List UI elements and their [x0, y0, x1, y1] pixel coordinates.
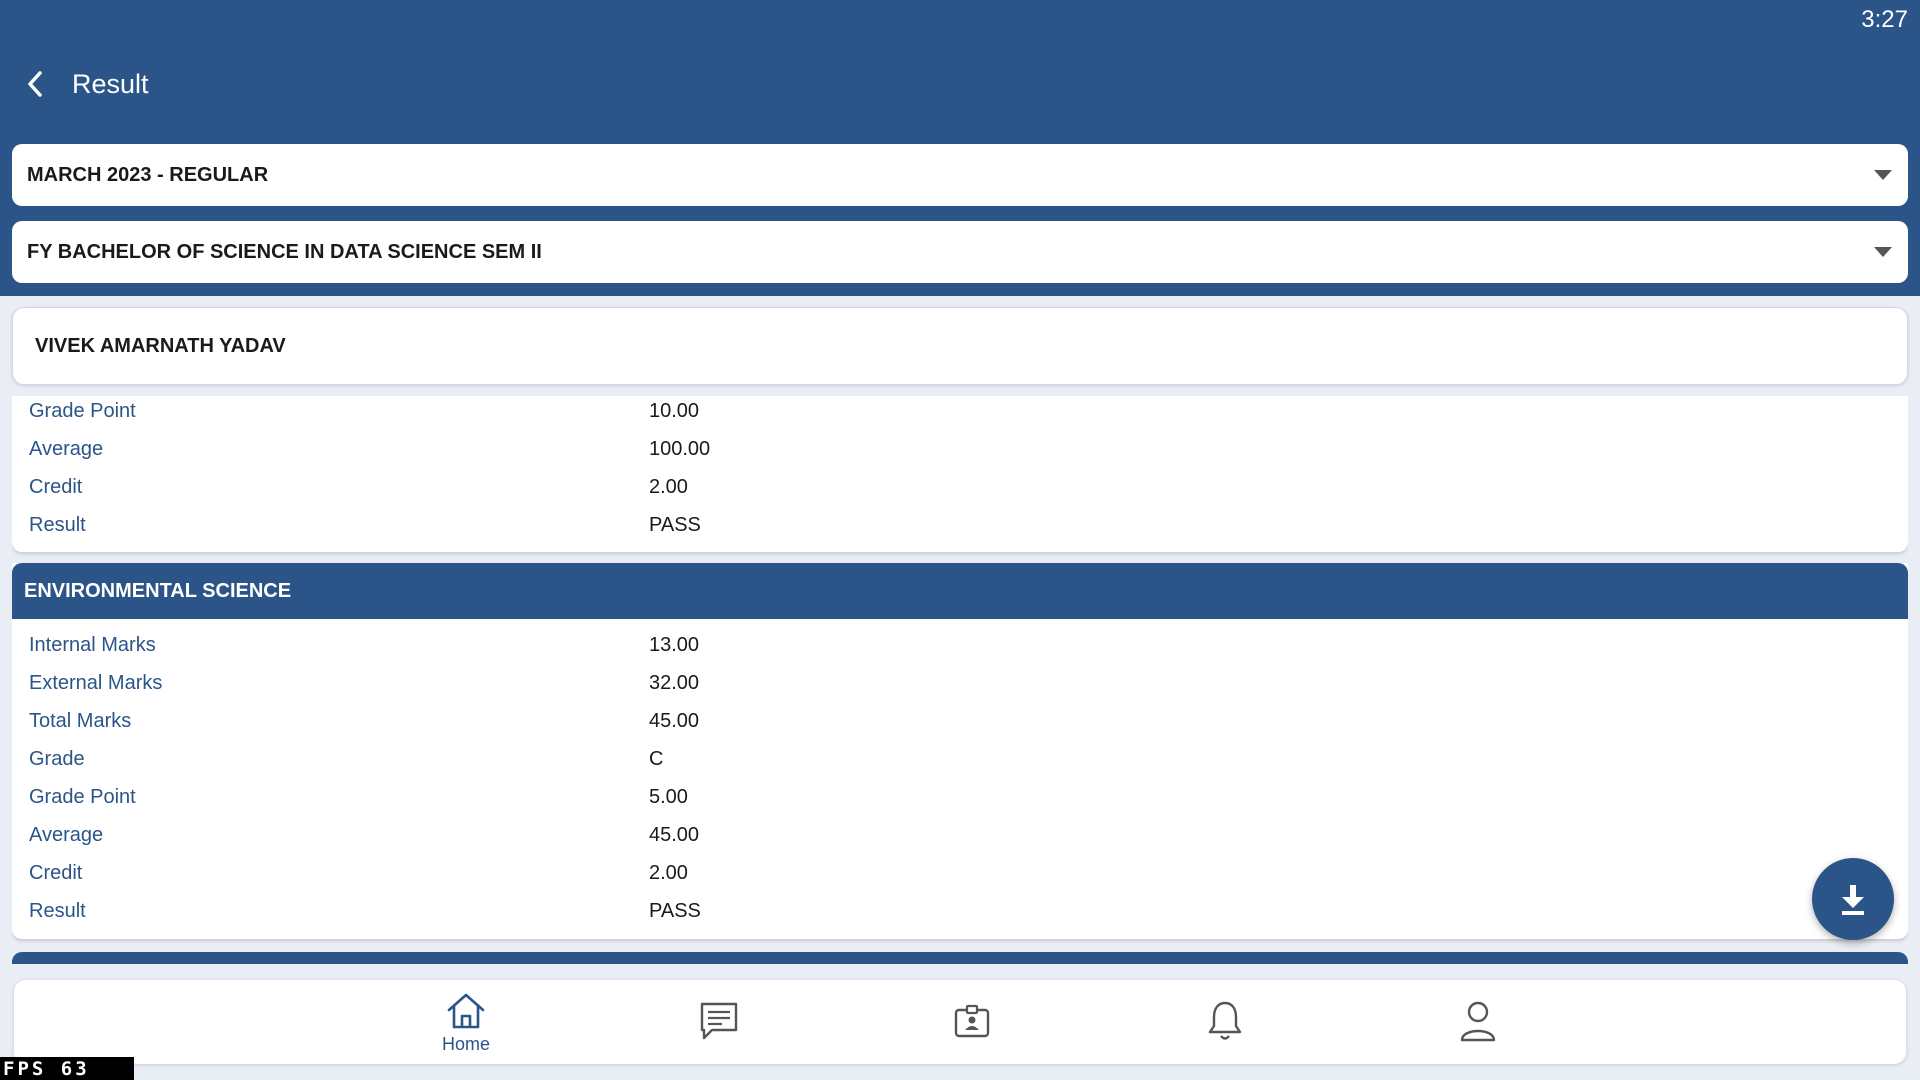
bottom-navigation: Home [14, 980, 1906, 1064]
nav-home-label: Home [441, 1034, 490, 1054]
result-row: Grade C [12, 740, 1908, 778]
row-label: Result [29, 513, 86, 536]
subject-title: ENVIRONMENTAL SCIENCE [12, 563, 1908, 619]
result-row: Internal Marks 13.00 [12, 626, 1908, 664]
result-row: Credit 2.00 [12, 854, 1908, 892]
row-label: Total Marks [29, 709, 132, 732]
home-icon [447, 993, 485, 1029]
row-label: External Marks [29, 671, 163, 694]
row-value: PASS [649, 513, 701, 536]
row-value: 100.00 [649, 437, 711, 460]
result-row: Credit 2.00 [12, 468, 1908, 506]
chat-icon [700, 1002, 738, 1040]
exam-session-value: MARCH 2023 - REGULAR [27, 163, 269, 186]
result-row: Average 45.00 [12, 816, 1908, 854]
nav-home[interactable]: Home [411, 990, 521, 1056]
row-value: 2.00 [649, 861, 688, 884]
result-row: Grade Point 10.00 [12, 396, 1908, 430]
status-time: 3:27 [1861, 6, 1908, 33]
result-row: Result PASS [12, 506, 1908, 544]
course-dropdown[interactable]: FY BACHELOR OF SCIENCE IN DATA SCIENCE S… [12, 221, 1908, 283]
app-header: 3:27 Result MARCH 2023 - REGULAR FY BACH… [0, 0, 1920, 296]
row-label: Internal Marks [29, 633, 156, 656]
page-title: Result [72, 68, 149, 99]
row-label: Credit [29, 475, 83, 498]
chevron-down-icon [1874, 247, 1892, 257]
profile-icon [1460, 1001, 1496, 1042]
download-button[interactable] [1812, 858, 1894, 940]
row-label: Grade Point [29, 785, 136, 808]
back-arrow-icon[interactable] [24, 69, 46, 99]
id-card-icon [954, 1004, 990, 1038]
result-row: Result PASS [12, 892, 1908, 930]
row-value: 2.00 [649, 475, 688, 498]
result-row: Average 100.00 [12, 430, 1908, 468]
nav-profile[interactable] [1423, 990, 1533, 1056]
row-value: 32.00 [649, 671, 700, 694]
bell-icon [1208, 1001, 1242, 1040]
download-icon [1842, 885, 1864, 915]
student-name-card: VIVEK AMARNATH YADAV [12, 307, 1908, 385]
row-value: 13.00 [649, 633, 700, 656]
row-value: 10.00 [649, 399, 700, 422]
row-value: 5.00 [649, 785, 688, 808]
row-label: Grade Point [29, 399, 136, 422]
row-label: Average [29, 437, 104, 460]
row-value: 45.00 [649, 709, 700, 732]
subject-card: Grade Point 10.00 Average 100.00 Credit … [12, 396, 1908, 552]
nav-id-card[interactable] [917, 990, 1027, 1056]
chevron-down-icon [1874, 170, 1892, 180]
row-label: Grade [29, 747, 85, 770]
row-label: Credit [29, 861, 83, 884]
row-value: C [649, 747, 664, 770]
nav-messages[interactable] [664, 990, 774, 1056]
results-list[interactable]: Grade Point 10.00 Average 100.00 Credit … [12, 396, 1908, 964]
row-label: Result [29, 899, 86, 922]
row-label: Average [29, 823, 104, 846]
subject-card-next [12, 952, 1908, 964]
student-name: VIVEK AMARNATH YADAV [35, 334, 286, 357]
result-row: Total Marks 45.00 [12, 702, 1908, 740]
result-row: External Marks 32.00 [12, 664, 1908, 702]
nav-notifications[interactable] [1170, 990, 1280, 1056]
course-value: FY BACHELOR OF SCIENCE IN DATA SCIENCE S… [27, 240, 542, 263]
fps-counter: FPS 63 [0, 1057, 134, 1080]
title-bar: Result [24, 62, 149, 106]
row-value: 45.00 [649, 823, 700, 846]
result-row: Grade Point 5.00 [12, 778, 1908, 816]
row-value: PASS [649, 899, 701, 922]
exam-session-dropdown[interactable]: MARCH 2023 - REGULAR [12, 144, 1908, 206]
subject-card: ENVIRONMENTAL SCIENCE Internal Marks 13.… [12, 563, 1908, 939]
